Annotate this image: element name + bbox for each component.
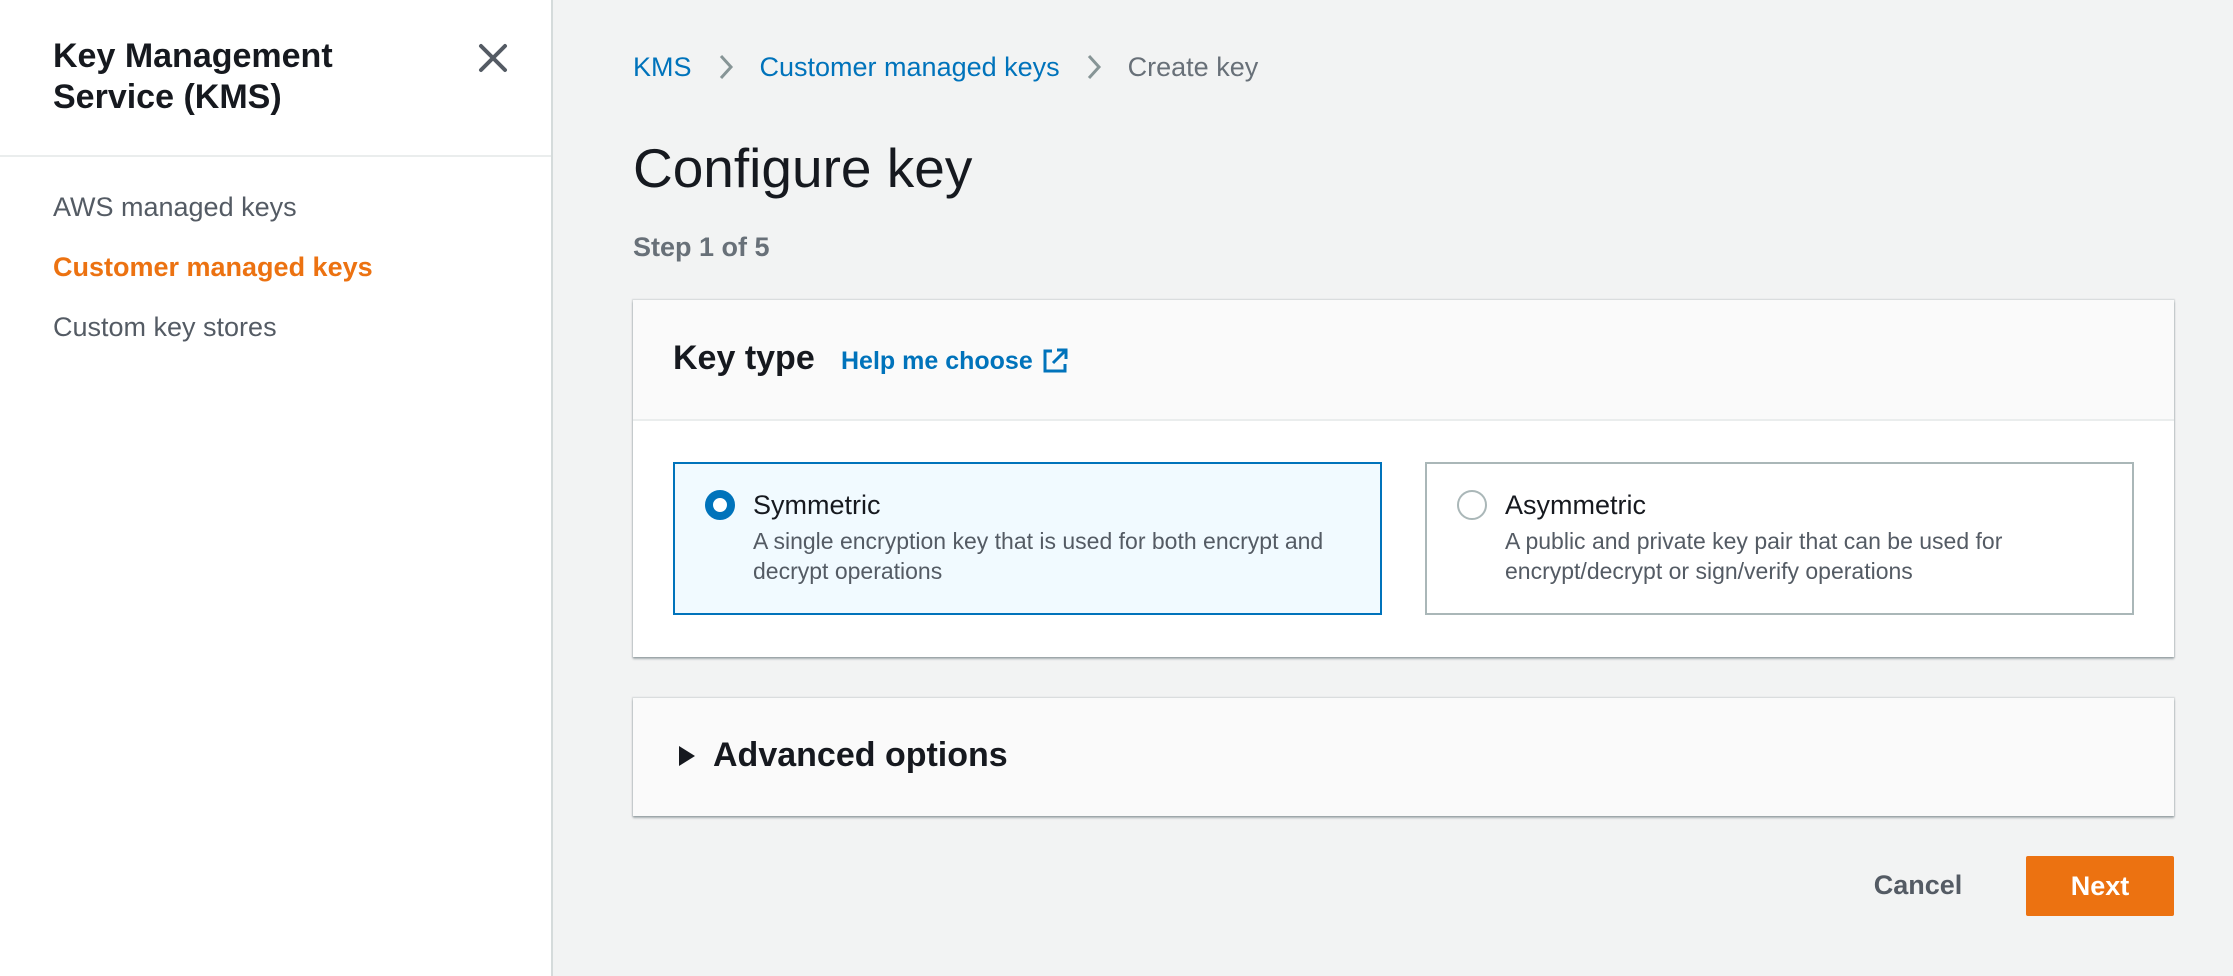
sidebar-item-aws-managed-keys[interactable]: AWS managed keys bbox=[53, 190, 297, 224]
sidebar-item-customer-managed-keys[interactable]: Customer managed keys bbox=[53, 250, 373, 284]
sidebar-title: Key Management Service (KMS) bbox=[53, 37, 333, 116]
side-navigation: Key Management Service (KMS) AWS managed… bbox=[0, 0, 553, 976]
asymmetric-radio[interactable] bbox=[1457, 490, 1487, 520]
advanced-options-title: Advanced options bbox=[713, 736, 1008, 774]
chevron-right-icon bbox=[718, 53, 734, 81]
tile-description: A single encryption key that is used for… bbox=[753, 528, 1324, 584]
breadcrumb-current: Create key bbox=[1127, 52, 1259, 82]
symmetric-radio[interactable] bbox=[705, 490, 735, 520]
panel-title: Key type bbox=[673, 339, 815, 377]
page-title: Configure key bbox=[633, 137, 973, 199]
external-link-icon bbox=[1043, 348, 1068, 373]
breadcrumb: KMS Customer managed keys Create key bbox=[633, 50, 1258, 84]
close-icon bbox=[479, 44, 507, 72]
cancel-button[interactable]: Cancel bbox=[1848, 856, 1988, 914]
step-indicator: Step 1 of 5 bbox=[633, 232, 770, 262]
tile-label: Asymmetric bbox=[1505, 490, 1646, 520]
key-type-symmetric-tile[interactable]: Symmetric A single encryption key that i… bbox=[673, 462, 1382, 615]
key-type-asymmetric-tile[interactable]: Asymmetric A public and private key pair… bbox=[1425, 462, 2134, 615]
breadcrumb-kms[interactable]: KMS bbox=[633, 50, 692, 84]
help-link-label: Help me choose bbox=[841, 347, 1033, 375]
close-navigation-button[interactable] bbox=[473, 38, 513, 78]
sidebar-header: Key Management Service (KMS) bbox=[0, 0, 551, 157]
panel-header: Key type Help me choose bbox=[633, 300, 2174, 421]
caret-right-icon bbox=[679, 746, 695, 766]
chevron-right-icon bbox=[1086, 53, 1102, 81]
sidebar-item-custom-key-stores[interactable]: Custom key stores bbox=[53, 310, 277, 344]
advanced-options-expander[interactable]: Advanced options bbox=[633, 698, 2174, 816]
help-me-choose-link[interactable]: Help me choose bbox=[841, 344, 1069, 378]
tile-description: A public and private key pair that can b… bbox=[1505, 528, 2003, 584]
key-type-panel: Key type Help me choose Symmetric A sing… bbox=[633, 300, 2174, 657]
tile-label: Symmetric bbox=[753, 490, 881, 520]
breadcrumb-customer-managed-keys[interactable]: Customer managed keys bbox=[760, 50, 1060, 84]
next-button[interactable]: Next bbox=[2026, 856, 2174, 916]
